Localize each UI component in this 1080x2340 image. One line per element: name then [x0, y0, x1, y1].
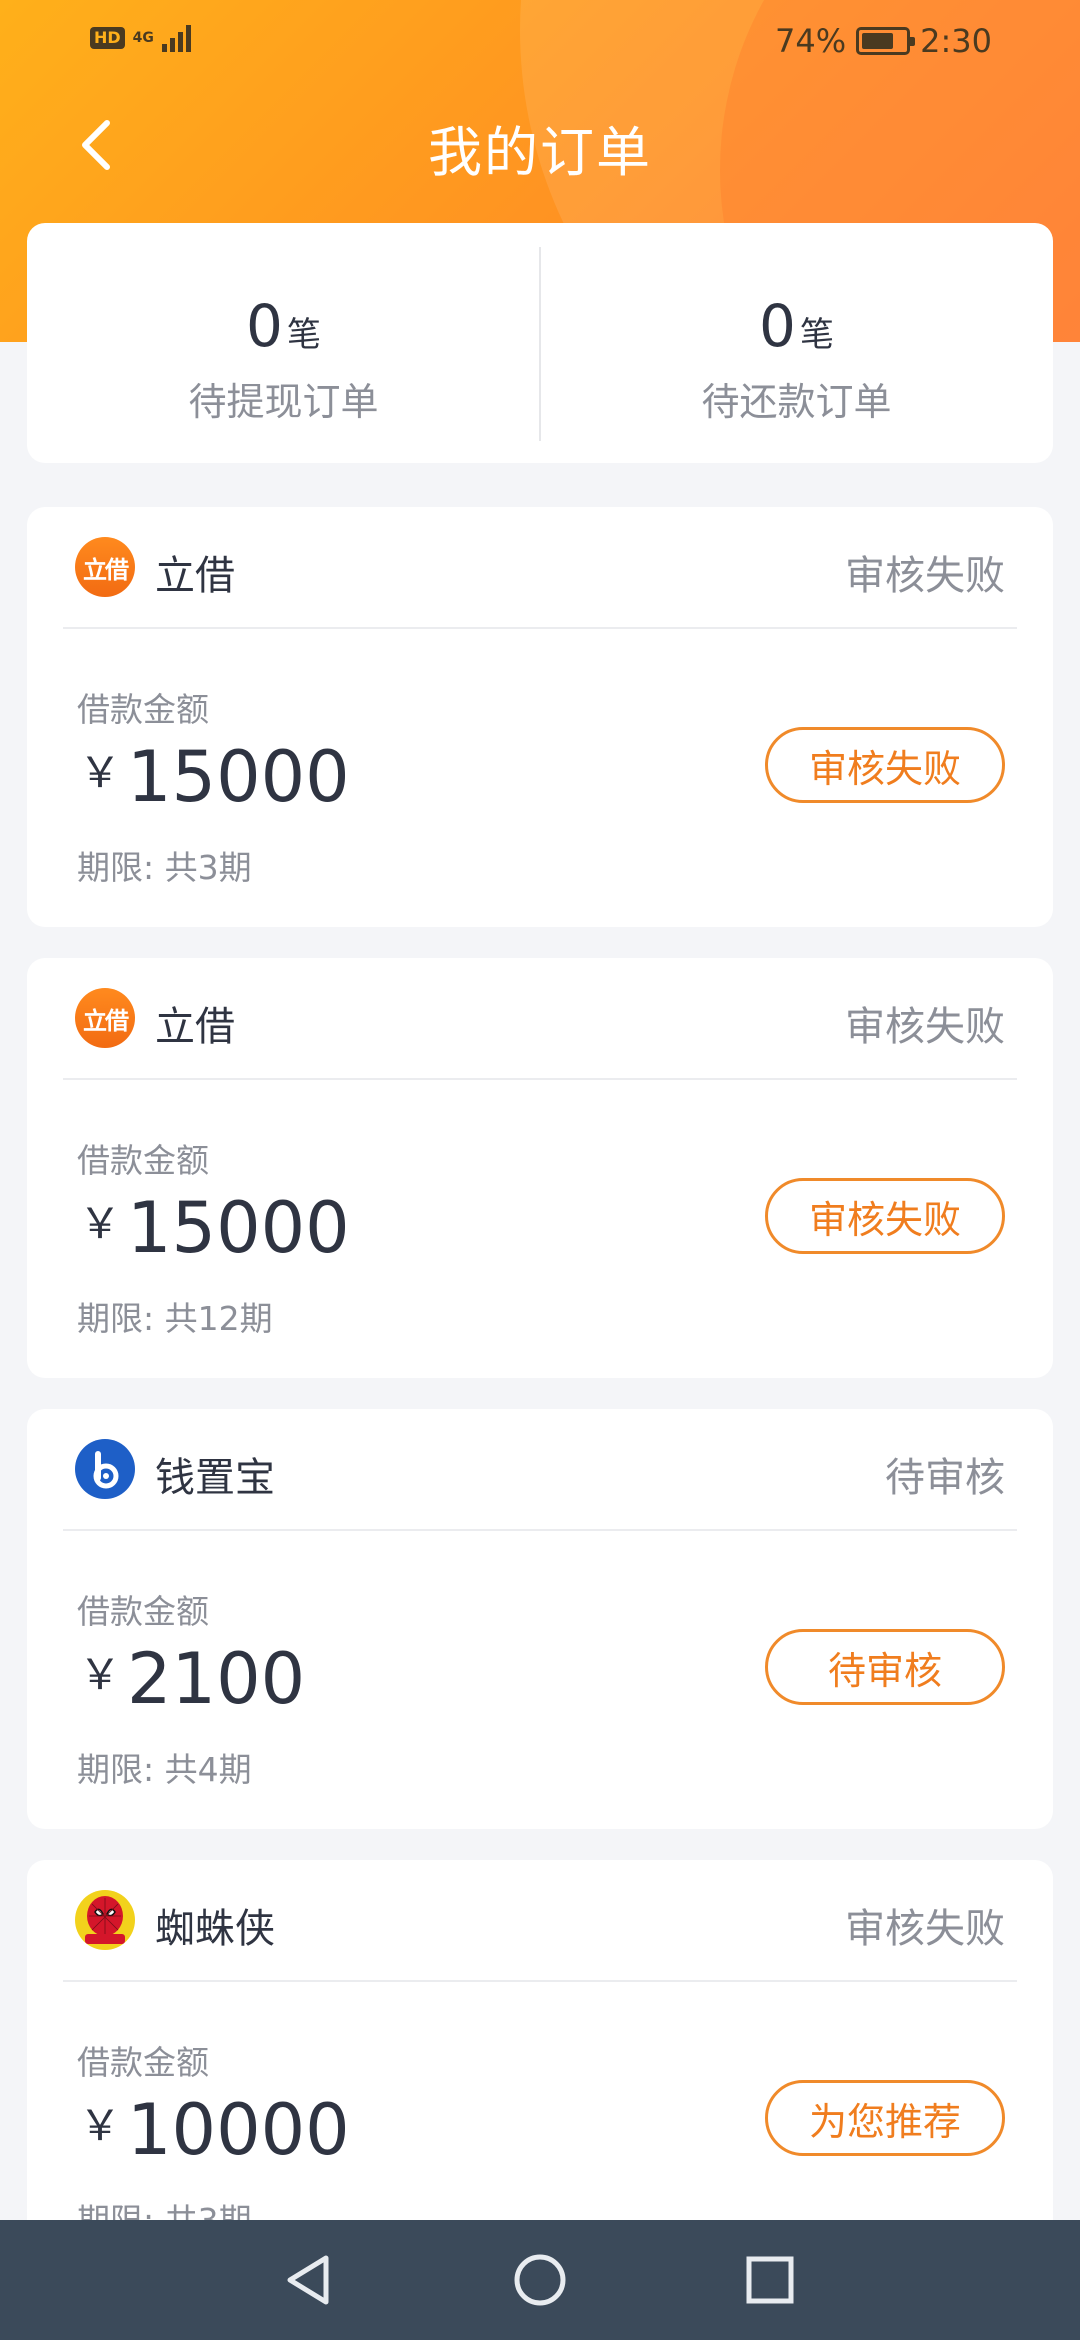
system-home-button[interactable] — [508, 2248, 572, 2312]
status-right: 74% 2:30 — [775, 22, 992, 60]
square-recents-icon — [746, 2256, 794, 2304]
order-status: 审核失败 — [845, 1906, 1005, 1952]
order-action-button[interactable]: 为您推荐 — [765, 2080, 1005, 2156]
loan-term: 期限: 共12期 — [77, 1299, 273, 1338]
summary-divider — [539, 247, 541, 441]
amount-label: 借款金额 — [77, 1592, 209, 1631]
card-divider — [63, 1980, 1017, 1982]
loan-amount: 15000 — [127, 1187, 350, 1269]
network-type: 4G — [132, 30, 154, 46]
status-left: HD 4G — [90, 24, 191, 52]
battery-icon — [856, 27, 916, 55]
order-card-header: 蜘蛛侠 审核失败 — [27, 1860, 1053, 1980]
amount-label: 借款金额 — [77, 1141, 209, 1180]
system-recents-button[interactable] — [738, 2248, 802, 2312]
lijie-logo-icon: 立借 — [75, 988, 135, 1048]
status-bar: HD 4G 74% 2:30 — [0, 0, 1080, 84]
order-card-header: 钱置宝 待审核 — [27, 1409, 1053, 1529]
amount-row: ￥ 10000 — [79, 2090, 350, 2170]
pending-repay-count: 0 — [759, 292, 796, 360]
order-card[interactable]: 钱置宝 待审核 借款金额 ￥ 2100 期限: 共4期 待审核 — [27, 1409, 1053, 1829]
amount-label: 借款金额 — [77, 2043, 209, 2082]
pending-repay-summary[interactable]: 0笔 待还款订单 — [540, 223, 1053, 463]
pending-repay-label: 待还款订单 — [701, 380, 892, 424]
system-nav-bar — [0, 2220, 1080, 2340]
amount-row: ￥ 15000 — [79, 737, 350, 817]
spiderman-logo-icon — [75, 1890, 135, 1950]
currency-symbol: ￥ — [79, 1650, 122, 1699]
pending-withdraw-label: 待提现订单 — [188, 380, 379, 424]
count-unit: 笔 — [286, 315, 321, 355]
signal-icon — [161, 24, 191, 52]
logo-text: 立借 — [83, 555, 129, 584]
count-unit: 笔 — [799, 315, 834, 355]
order-card[interactable]: 立借 立借 审核失败 借款金额 ￥ 15000 期限: 共12期 审核失败 — [27, 958, 1053, 1378]
card-divider — [63, 627, 1017, 629]
triangle-back-icon — [287, 2255, 329, 2305]
summary-card: 0笔 待提现订单 0笔 待还款订单 — [27, 223, 1053, 463]
pending-withdraw-summary[interactable]: 0笔 待提现订单 — [27, 223, 540, 463]
order-status: 待审核 — [885, 1455, 1005, 1501]
order-card[interactable]: 蜘蛛侠 审核失败 借款金额 ￥ 10000 期限: 共3期 为您推荐 — [27, 1860, 1053, 2280]
order-action-button[interactable]: 待审核 — [765, 1629, 1005, 1705]
loan-term: 期限: 共4期 — [77, 1750, 252, 1789]
circle-home-icon — [514, 2254, 566, 2306]
nav-bar: 我的订单 — [0, 90, 1080, 200]
logo-text: 立借 — [83, 1006, 129, 1035]
currency-symbol: ￥ — [79, 1199, 122, 1248]
order-card-header: 立借 立借 审核失败 — [27, 958, 1053, 1078]
amount-label: 借款金额 — [77, 690, 209, 729]
order-status: 审核失败 — [845, 1004, 1005, 1050]
page-title: 我的订单 — [428, 121, 652, 184]
brand-name: 立借 — [155, 1004, 235, 1050]
lijie-logo-icon: 立借 — [75, 537, 135, 597]
loan-term: 期限: 共3期 — [77, 848, 252, 887]
loan-amount: 2100 — [127, 1638, 306, 1720]
card-divider — [63, 1078, 1017, 1080]
battery-percent: 74% — [775, 22, 847, 60]
order-card-header: 立借 立借 审核失败 — [27, 507, 1053, 627]
loan-amount: 15000 — [127, 736, 350, 818]
order-action-button[interactable]: 审核失败 — [765, 727, 1005, 803]
brand-name: 蜘蛛侠 — [155, 1906, 275, 1952]
card-divider — [63, 1529, 1017, 1531]
amount-row: ￥ 2100 — [79, 1639, 305, 1719]
order-status: 审核失败 — [845, 553, 1005, 599]
loan-amount: 10000 — [127, 2089, 350, 2171]
amount-row: ￥ 15000 — [79, 1188, 350, 1268]
system-back-button[interactable] — [276, 2248, 340, 2312]
brand-name: 立借 — [155, 553, 235, 599]
hd-badge: HD — [90, 27, 125, 49]
currency-symbol: ￥ — [79, 2101, 122, 2150]
clock: 2:30 — [920, 22, 992, 60]
pending-withdraw-count: 0 — [246, 292, 283, 360]
currency-symbol: ￥ — [79, 748, 122, 797]
order-card[interactable]: 立借 立借 审核失败 借款金额 ￥ 15000 期限: 共3期 审核失败 — [27, 507, 1053, 927]
order-action-button[interactable]: 审核失败 — [765, 1178, 1005, 1254]
brand-name: 钱置宝 — [155, 1455, 275, 1501]
qianzhibao-logo-icon — [75, 1439, 135, 1499]
